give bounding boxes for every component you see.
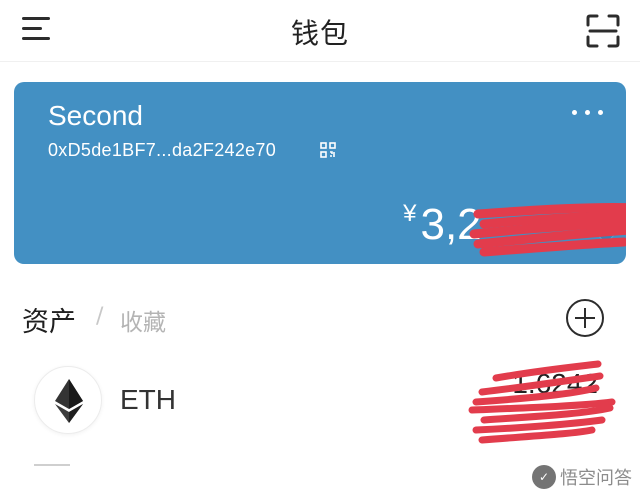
redaction-scribble	[468, 360, 616, 444]
more-dot	[572, 110, 577, 115]
tab-separator: /	[96, 304, 104, 329]
ethereum-icon	[34, 366, 102, 434]
watermark-text: 悟空问答	[560, 468, 632, 489]
assets-header: 资产 / 收藏	[22, 298, 622, 338]
more-options-icon[interactable]	[570, 104, 606, 120]
wallet-card[interactable]: Second 0xD5de1BF7...da2F242e70 ¥3,277777	[14, 82, 626, 264]
chat-bubble-icon: ✓	[532, 465, 556, 489]
wallet-name: Second	[48, 100, 143, 131]
tab-assets[interactable]: 资产	[22, 300, 76, 339]
qr-code-icon[interactable]	[320, 142, 336, 158]
currency-symbol: ¥	[403, 200, 417, 227]
tab-collectibles[interactable]: 收藏	[120, 303, 166, 337]
scan-icon[interactable]	[586, 14, 620, 48]
page-title: 钱包	[290, 17, 349, 50]
watermark: ✓ 悟空问答	[532, 463, 632, 491]
plus-circle-icon[interactable]	[565, 298, 605, 338]
redaction-scribble	[469, 202, 626, 257]
more-dot	[585, 110, 590, 115]
token-symbol: ETH	[120, 384, 176, 415]
top-navigation-bar: 钱包	[0, 0, 640, 62]
token-row-eth[interactable]: ETH 1.6242	[0, 358, 640, 448]
wallet-address[interactable]: 0xD5de1BF7...da2F242e70	[48, 140, 276, 161]
more-dot	[598, 110, 603, 115]
list-divider	[34, 464, 70, 466]
